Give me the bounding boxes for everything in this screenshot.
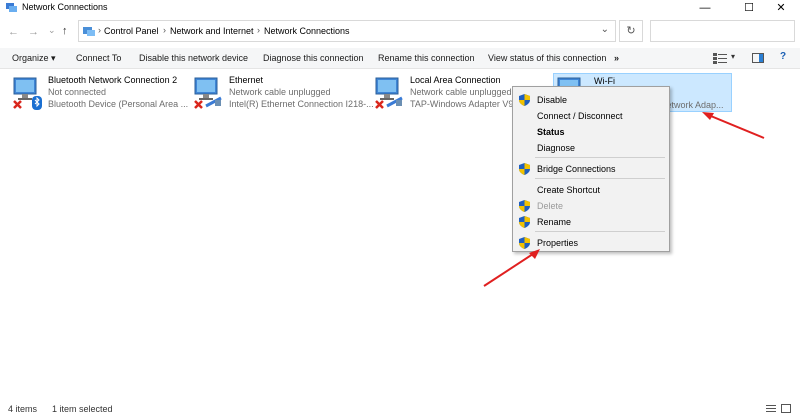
help-icon[interactable]: ? <box>780 51 786 62</box>
status-bar: 4 items 1 item selected <box>0 403 800 415</box>
menu-item-diagnose[interactable]: Diagnose <box>513 141 669 155</box>
diagnose-button[interactable]: Diagnose this connection <box>263 53 364 63</box>
breadcrumb-network-and-internet[interactable]: Network and Internet <box>170 26 254 36</box>
connection-status: Not connected <box>48 87 107 97</box>
details-view-icon[interactable] <box>766 405 776 413</box>
menu-item-label: Rename <box>537 217 572 227</box>
connection-name: Ethernet <box>229 75 264 85</box>
forward-arrow-icon[interactable]: → <box>28 26 39 38</box>
uac-shield-icon <box>519 94 530 106</box>
menu-separator <box>535 178 665 179</box>
breadcrumb-separator: › <box>163 25 166 35</box>
menu-item-delete: Delete <box>513 199 669 213</box>
command-bar: Organize ▾ Connect To Disable this netwo… <box>0 48 800 69</box>
address-dropdown-icon[interactable]: ⌄ <box>601 24 609 35</box>
menu-separator <box>535 157 665 158</box>
menu-item-disable[interactable]: Disable <box>513 93 669 107</box>
control-panel-icon <box>83 27 95 36</box>
annotation-arrow-wifi <box>702 112 765 139</box>
breadcrumb-separator: › <box>98 25 101 35</box>
menu-item-label: Diagnose <box>537 143 576 153</box>
menu-item-label: Connect / Disconnect <box>537 111 623 121</box>
organize-button[interactable]: Organize ▾ <box>12 53 56 64</box>
window-title: Network Connections <box>22 2 108 12</box>
view-status-button[interactable]: View status of this connection <box>488 53 606 63</box>
preview-pane-icon[interactable] <box>752 53 764 63</box>
connection-name: Bluetooth Network Connection 2 <box>48 75 178 85</box>
large-icons-view-icon[interactable] <box>781 404 791 413</box>
breadcrumb-control-panel[interactable]: Control Panel <box>104 26 159 36</box>
search-input[interactable] <box>650 20 795 42</box>
ethernet-icon <box>194 77 222 109</box>
menu-item-label: Delete <box>537 201 564 211</box>
network-connections-icon <box>6 3 17 12</box>
menu-item-connect-disconnect[interactable]: Connect / Disconnect <box>513 109 669 123</box>
refresh-button[interactable]: ↻ <box>619 20 643 42</box>
change-view-icon[interactable] <box>713 53 727 64</box>
selected-count: 1 item selected <box>52 404 113 414</box>
address-bar[interactable]: › Control Panel › Network and Internet ›… <box>78 20 616 42</box>
rename-button[interactable]: Rename this connection <box>378 53 475 63</box>
lan-icon <box>375 77 403 109</box>
view-dropdown-icon[interactable]: ▾ <box>731 52 735 61</box>
menu-item-bridge-connections[interactable]: Bridge Connections <box>513 162 669 176</box>
menu-item-label: Status <box>537 127 565 137</box>
breadcrumb-separator: › <box>257 25 260 35</box>
recent-locations-icon[interactable]: ⌄ <box>48 25 56 36</box>
annotation-arrow-properties <box>483 249 540 287</box>
disable-device-button[interactable]: Disable this network device <box>139 53 248 63</box>
minimize-button[interactable]: — <box>686 0 724 16</box>
connection-ethernet[interactable]: Ethernet Network cable unplugged Intel(R… <box>193 74 374 110</box>
more-commands-button[interactable]: » <box>614 53 619 63</box>
breadcrumb-network-connections[interactable]: Network Connections <box>264 26 350 36</box>
connection-bluetooth[interactable]: Bluetooth Network Connection 2 Not conne… <box>12 74 189 110</box>
connect-to-button[interactable]: Connect To <box>76 53 121 63</box>
connection-device: Intel(R) Ethernet Connection I218-... <box>229 99 374 109</box>
connection-name: Local Area Connection <box>410 75 501 85</box>
connection-local-area[interactable]: Local Area Connection Network cable unpl… <box>374 74 514 110</box>
menu-item-label: Create Shortcut <box>537 185 601 195</box>
uac-shield-icon <box>519 163 530 175</box>
uac-shield-icon <box>519 216 530 228</box>
back-arrow-icon[interactable]: ← <box>8 26 19 38</box>
connection-name: Wi-Fi <box>594 76 615 86</box>
menu-separator <box>535 231 665 232</box>
menu-item-rename[interactable]: Rename <box>513 215 669 229</box>
items-count: 4 items <box>8 404 38 414</box>
up-arrow-icon[interactable]: ↑ <box>62 25 68 37</box>
connection-device: Bluetooth Device (Personal Area ... <box>48 99 189 109</box>
uac-shield-icon <box>519 200 530 212</box>
close-button[interactable]: ✕ <box>762 0 800 16</box>
menu-item-status[interactable]: Status <box>513 125 669 139</box>
menu-item-create-shortcut[interactable]: Create Shortcut <box>513 183 669 197</box>
menu-item-label: Bridge Connections <box>537 164 616 174</box>
connection-status: Network cable unplugged <box>229 87 331 97</box>
connection-status: Network cable unplugged <box>410 87 512 97</box>
menu-item-label: Disable <box>537 95 568 105</box>
context-menu: Disable Connect / Disconnect Status Diag… <box>512 86 670 252</box>
bluetooth-network-icon <box>13 77 42 110</box>
title-bar: Network Connections — ☐ ✕ <box>0 0 800 16</box>
connection-device: TAP-Windows Adapter V9 <box>410 99 514 109</box>
